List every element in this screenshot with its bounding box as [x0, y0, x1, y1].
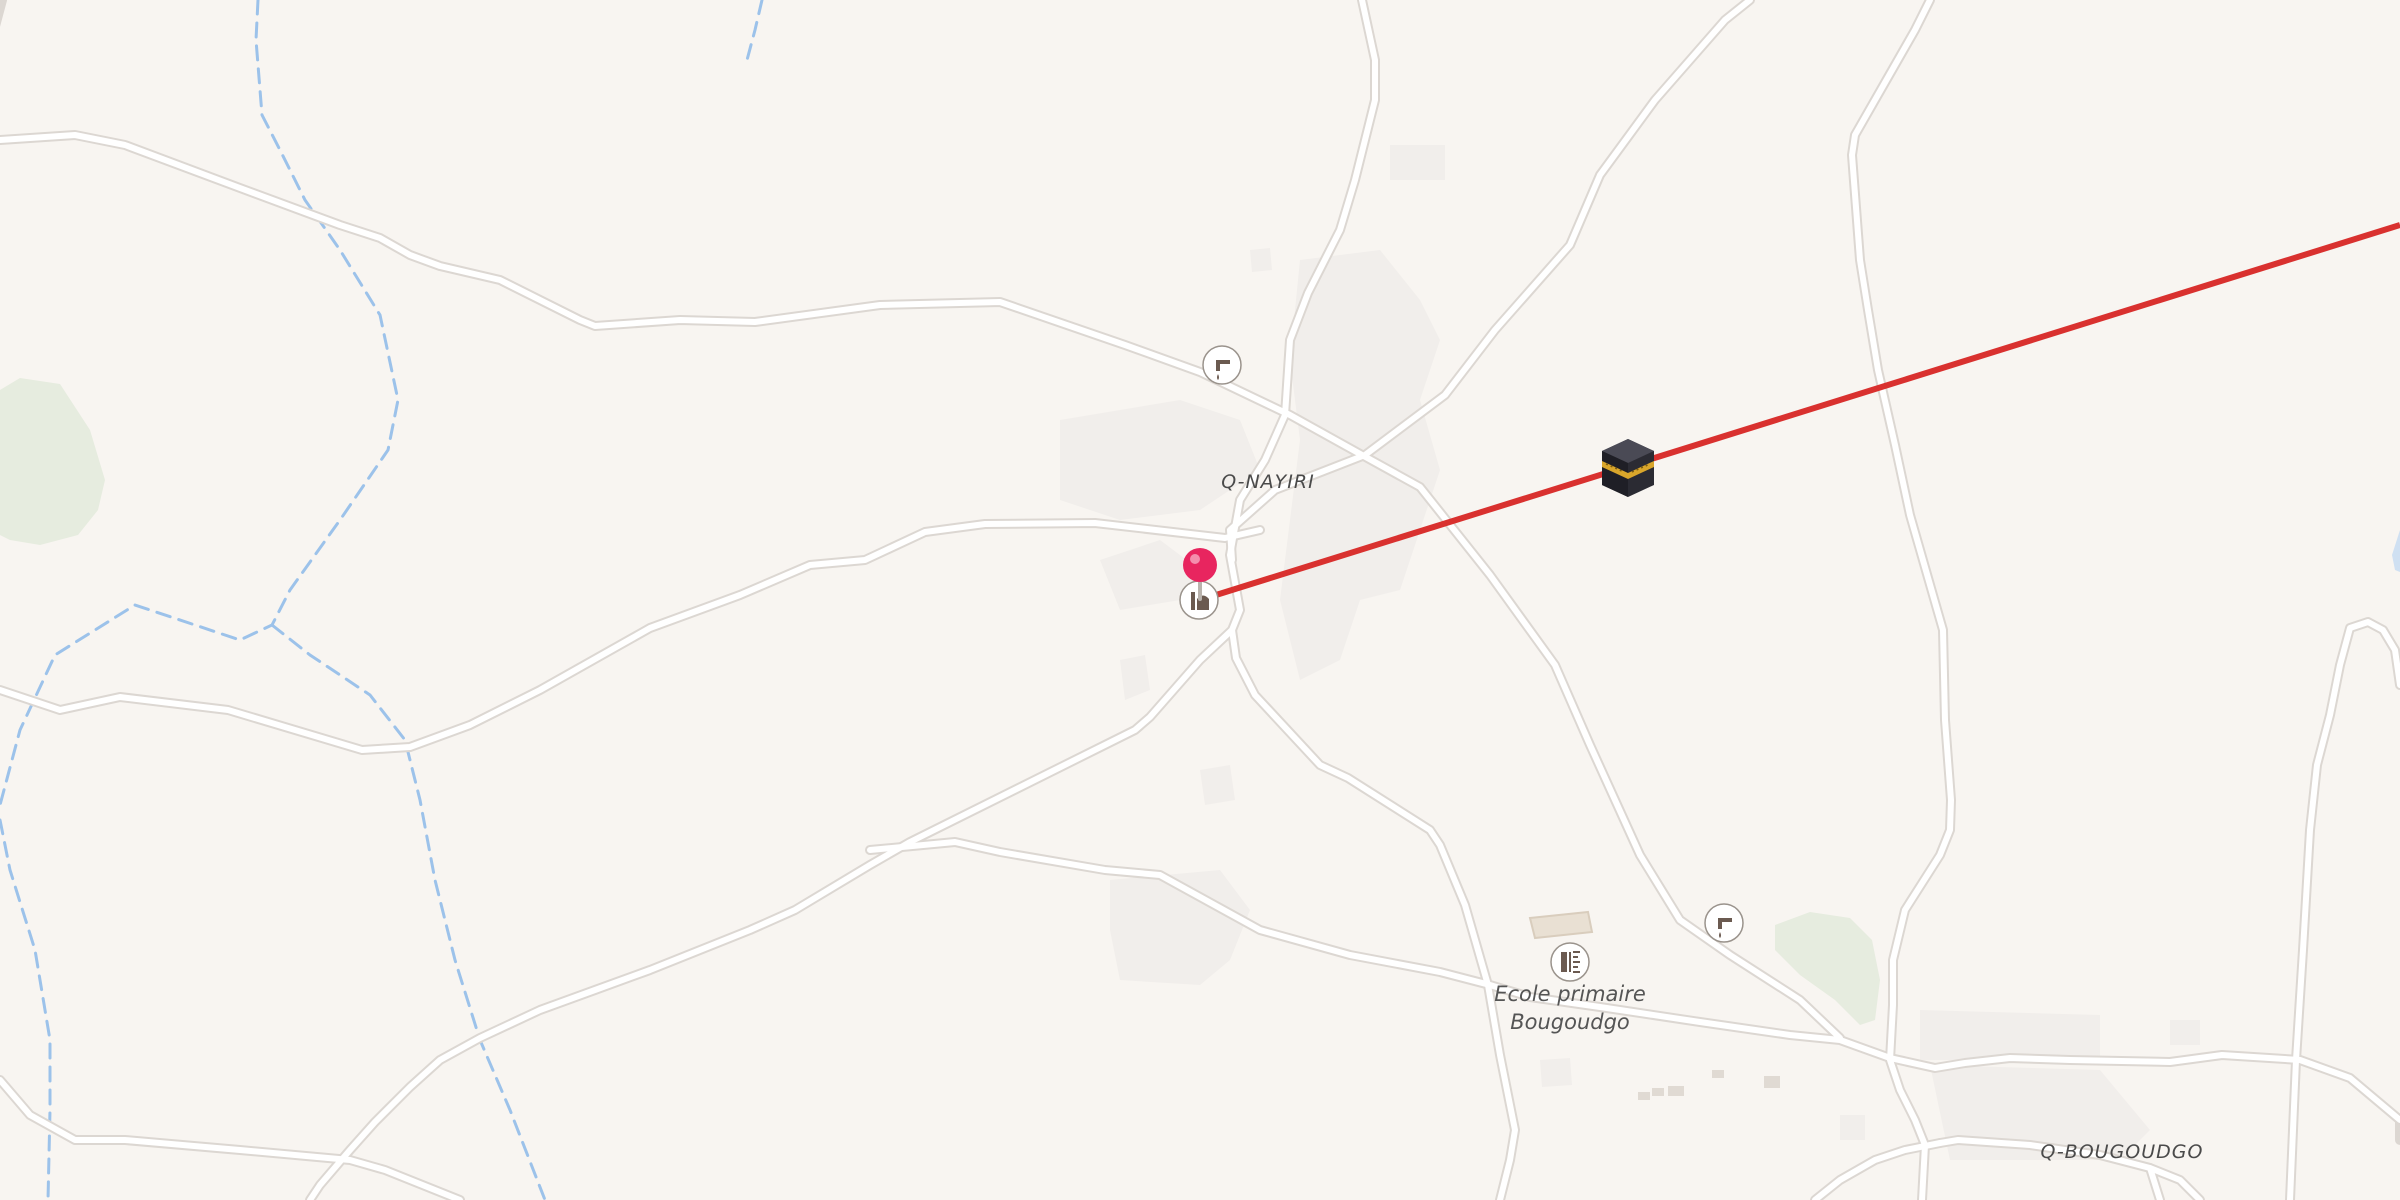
water-tap-icon[interactable]: [1202, 345, 1242, 385]
water-tap-icon[interactable]: [1704, 903, 1744, 943]
place-label-q-bougoudgo[interactable]: Q-BOUGOUDGO: [2041, 1141, 2204, 1163]
poi-label-ecole-line1[interactable]: Ecole primaire: [1494, 982, 1646, 1006]
kaaba-icon[interactable]: [1602, 439, 1654, 497]
place-label-q-nayiri[interactable]: Q-NAYIRI: [1221, 471, 1314, 493]
map-canvas[interactable]: Q-NAYIRI Q-BOUGOUDGO Ecole primaire Boug…: [0, 0, 2400, 1200]
poi-label-ecole-line2[interactable]: Bougoudgo: [1510, 1010, 1630, 1034]
school-icon[interactable]: [1550, 942, 1590, 982]
